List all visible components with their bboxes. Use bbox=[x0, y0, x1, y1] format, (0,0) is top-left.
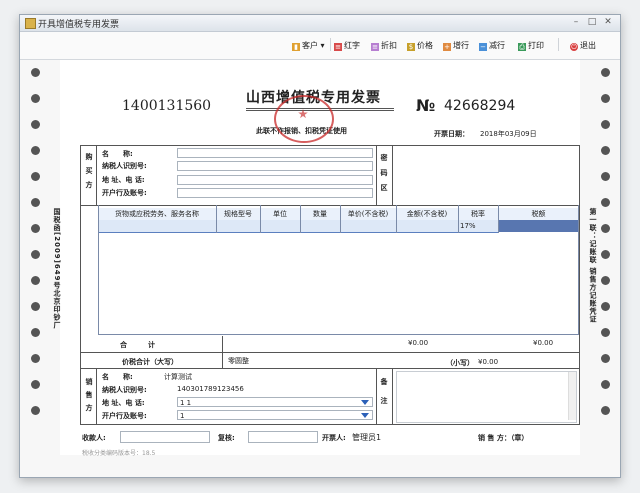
remark-scrollbar[interactable] bbox=[568, 372, 576, 420]
customer-icon: ▮ bbox=[292, 43, 300, 51]
exit-button[interactable]: ⏻ 退出 bbox=[570, 40, 596, 51]
discount-button[interactable]: ≡ 折扣 bbox=[371, 40, 397, 51]
discount-icon: ≡ bbox=[371, 43, 379, 51]
reviewer-label: 复核: bbox=[218, 434, 235, 442]
buyer-bank-account-field[interactable] bbox=[177, 188, 373, 198]
add-row-button[interactable]: + 增行 bbox=[443, 40, 469, 51]
goods-row-1[interactable] bbox=[98, 220, 498, 233]
remark-textarea[interactable] bbox=[396, 371, 577, 423]
row1-tax-amount-cell[interactable] bbox=[498, 220, 579, 232]
invoice-window: 开具增值税专用发票 – □ ✕ ▮ 客户 ▾ ≡ 红字 ≡ 折扣 $ 价格 + 增行 − 减行 … bbox=[19, 14, 621, 478]
add-row-icon: + bbox=[443, 43, 451, 51]
payee-label: 收款人: bbox=[82, 434, 106, 442]
grand-total-upper: 零圆整 bbox=[228, 357, 249, 365]
red-invoice-button[interactable]: ≡ 红字 bbox=[334, 40, 360, 51]
toolbar: ▮ 客户 ▾ ≡ 红字 ≡ 折扣 $ 价格 + 增行 − 减行 ⎙ 打印 ⏻ 退出 bbox=[20, 32, 620, 60]
date-label: 开票日期： bbox=[434, 130, 469, 138]
print-button[interactable]: ⎙ 打印 bbox=[518, 40, 544, 51]
tax-seal-stamp bbox=[274, 95, 334, 143]
number-symbol: № bbox=[416, 96, 436, 115]
col-goods-name: 货物或应税劳务、服务名称 bbox=[115, 210, 199, 218]
grand-total-lower: ¥0.00 bbox=[478, 358, 499, 366]
seller-section-label: 销售方 bbox=[85, 378, 93, 417]
cipher-area-label: 密码区 bbox=[380, 154, 388, 199]
delete-row-button[interactable]: − 减行 bbox=[479, 40, 505, 51]
invoice-form: 1400131560 山西增值税专用发票 № 42668294 此联不作报销、扣… bbox=[53, 60, 597, 457]
maximize-icon[interactable]: □ bbox=[585, 17, 599, 28]
total-amount: ¥0.00 bbox=[408, 339, 429, 347]
price-icon: $ bbox=[407, 43, 415, 51]
col-unit-price: 单价(不含税) bbox=[347, 210, 389, 218]
buyer-tax-id-field[interactable] bbox=[177, 161, 373, 171]
col-tax-amount: 税额 bbox=[531, 210, 546, 218]
invoice-number: 42668294 bbox=[444, 98, 516, 114]
grand-total-label: 价税合计（大写） bbox=[122, 358, 178, 366]
chevron-down-icon[interactable] bbox=[361, 400, 369, 405]
buyer-name-field[interactable] bbox=[177, 148, 373, 158]
reviewer-field[interactable] bbox=[248, 431, 318, 443]
total-tax: ¥0.00 bbox=[533, 339, 554, 347]
col-amount: 金额(不含税) bbox=[406, 210, 448, 218]
seller-tax-id: 140301789123456 bbox=[177, 385, 244, 393]
title-bar: 开具增值税专用发票 – □ ✕ bbox=[20, 15, 620, 32]
col-tax-rate: 税率 bbox=[471, 210, 485, 218]
payee-field[interactable] bbox=[120, 431, 210, 443]
version-text: 税收分类编码版本号：18.5 bbox=[82, 450, 156, 457]
col-spec: 规格型号 bbox=[224, 210, 252, 218]
minimize-icon[interactable]: – bbox=[569, 17, 583, 28]
row1-tax-rate[interactable]: 17% bbox=[458, 220, 498, 232]
right-side-note: 第一联：记账联 销售方记账凭证 bbox=[589, 208, 597, 324]
seller-bank-select[interactable]: 1 bbox=[177, 410, 373, 420]
price-button[interactable]: $ 价格 bbox=[407, 40, 433, 51]
power-icon: ⏻ bbox=[570, 43, 578, 51]
seller-name: 计算测试 bbox=[164, 373, 192, 381]
col-quantity: 数量 bbox=[313, 210, 327, 218]
right-feed-holes bbox=[598, 68, 612, 432]
seller-address-select[interactable]: 1 1 bbox=[177, 397, 373, 407]
invoice-paper: 1400131560 山西增值税专用发票 № 42668294 此联不作报销、扣… bbox=[20, 60, 620, 477]
drawer-label: 开票人: bbox=[322, 434, 346, 442]
invoice-code: 1400131560 bbox=[122, 98, 212, 114]
total-label: 合 计 bbox=[120, 341, 155, 349]
customer-button[interactable]: ▮ 客户 ▾ bbox=[292, 40, 325, 51]
left-feed-holes bbox=[28, 68, 42, 432]
left-side-note: 国税函[2009]649号北京印钞厂 bbox=[53, 208, 61, 330]
seller-signature: 销 售 方：（章） bbox=[478, 434, 529, 442]
buyer-address-phone-field[interactable] bbox=[177, 175, 373, 185]
window-title: 开具增值税专用发票 bbox=[38, 20, 120, 30]
red-invoice-icon: ≡ bbox=[334, 43, 342, 51]
col-unit: 单位 bbox=[273, 210, 287, 218]
invoice-date: 2018年03月09日 bbox=[480, 130, 537, 138]
drawer-name: 管理员1 bbox=[352, 433, 382, 442]
delete-row-icon: − bbox=[479, 43, 487, 51]
print-icon: ⎙ bbox=[518, 43, 526, 51]
app-icon bbox=[25, 18, 36, 29]
buyer-section-label: 购买方 bbox=[85, 153, 93, 195]
grand-total-lower-label: （小写） bbox=[446, 359, 474, 367]
chevron-down-icon[interactable] bbox=[361, 413, 369, 418]
close-icon[interactable]: ✕ bbox=[601, 17, 615, 28]
remark-label: 备注 bbox=[380, 378, 388, 416]
